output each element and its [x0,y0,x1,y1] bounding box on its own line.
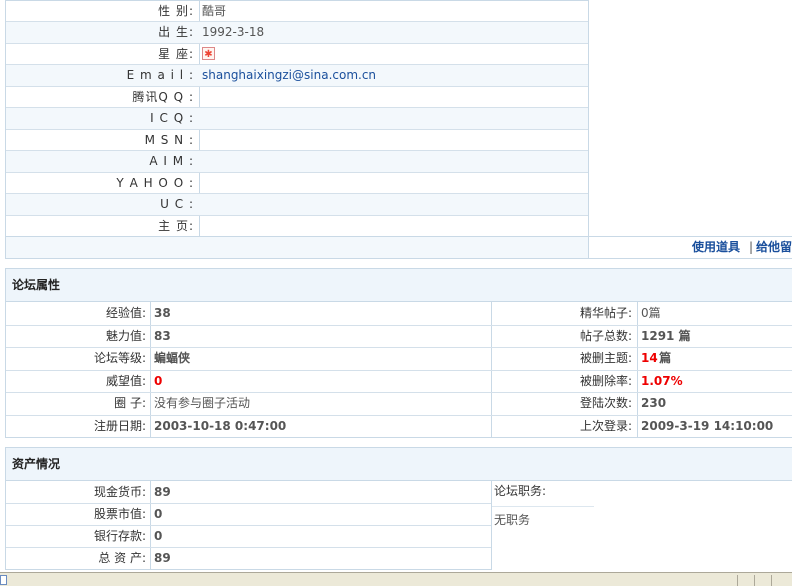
profile-label: 性 别: [158,4,194,18]
asset-label: 总 资 产: [98,551,146,565]
asset-label: 现金货币: [93,485,146,499]
asset-value: 89 [154,485,171,499]
profile-label: I C Q : [150,111,194,125]
forum-value-suffix: 篇 [655,351,672,365]
forum-value: 蝙蝠侠 [154,351,191,365]
profile-label: 腾讯Q Q : [132,90,194,104]
profile-label: M S N : [144,133,194,147]
forum-label: 被删除率: [579,374,632,388]
action-separator: | [749,240,754,254]
status-pane-divider-3 [771,575,772,586]
profile-value: 酷哥 [202,4,227,18]
leave-message-link[interactable]: 给他留 [756,239,792,255]
status-page-icon [0,575,7,585]
assets-section-title: 资产情况 [12,457,61,471]
forum-label: 被删主题: [579,351,632,365]
profile-value: 1992-3-18 [202,25,265,39]
forum-value: 1.07% [641,374,683,388]
forum-label: 帖子总数: [579,329,632,343]
forum-label: 威望值: [105,374,146,388]
forum-section-header: 论坛属性 [5,268,792,302]
forum-label: 魅力值: [105,329,146,343]
status-bar [0,572,792,586]
forum-value: 1291 篇 [641,329,691,343]
status-pane-divider-2 [754,575,755,586]
forum-value: 2009-3-19 14:10:00 [641,419,774,433]
forum-section-title: 论坛属性 [12,278,61,292]
forum-value: 38 [154,306,171,320]
duty-value: 无职务 [494,513,531,527]
forum-label: 圈 子: [114,396,146,410]
forum-label: 论坛等级: [93,351,146,365]
forum-label: 注册日期: [93,419,146,433]
asset-value: 0 [154,529,163,543]
asset-value: 89 [154,551,171,565]
profile-label: 主 页: [158,219,194,233]
forum-value: 230 [641,396,667,410]
asset-label: 股票市值: [93,507,146,521]
forum-value: 2003-10-18 0:47:00 [154,419,287,433]
assets-section-header: 资产情况 [5,447,792,481]
zodiac-icon: ✱ [202,47,215,60]
asset-label: 银行存款: [93,529,146,543]
profile-bottom-row [6,236,588,258]
duty-label: 论坛职务: [494,484,547,498]
status-pane-divider-1 [737,575,738,586]
forum-label: 精华帖子: [579,306,632,320]
forum-label: 上次登录: [579,419,632,433]
forum-value: 没有参与圈子活动 [154,396,251,410]
profile-label: A I M : [149,154,194,168]
profile-label: 星 座: [158,47,194,61]
use-tools-link[interactable]: 使用道具 [692,239,740,255]
forum-value: 83 [154,329,171,343]
duty-divider [492,506,594,507]
forum-value: 0篇 [641,306,661,320]
profile-right-panel [589,0,792,236]
email-link[interactable]: shanghaixingzi@sina.com.cn [199,65,376,85]
profile-label: U C : [160,197,194,211]
asset-value: 0 [154,507,163,521]
profile-label: 出 生: [158,25,194,39]
profile-label: E m a i l : [126,68,194,82]
forum-value: 0 [154,374,163,388]
profile-label: Y A H O O : [116,176,194,190]
forum-label: 经验值: [105,306,146,320]
forum-label: 登陆次数: [579,396,632,410]
